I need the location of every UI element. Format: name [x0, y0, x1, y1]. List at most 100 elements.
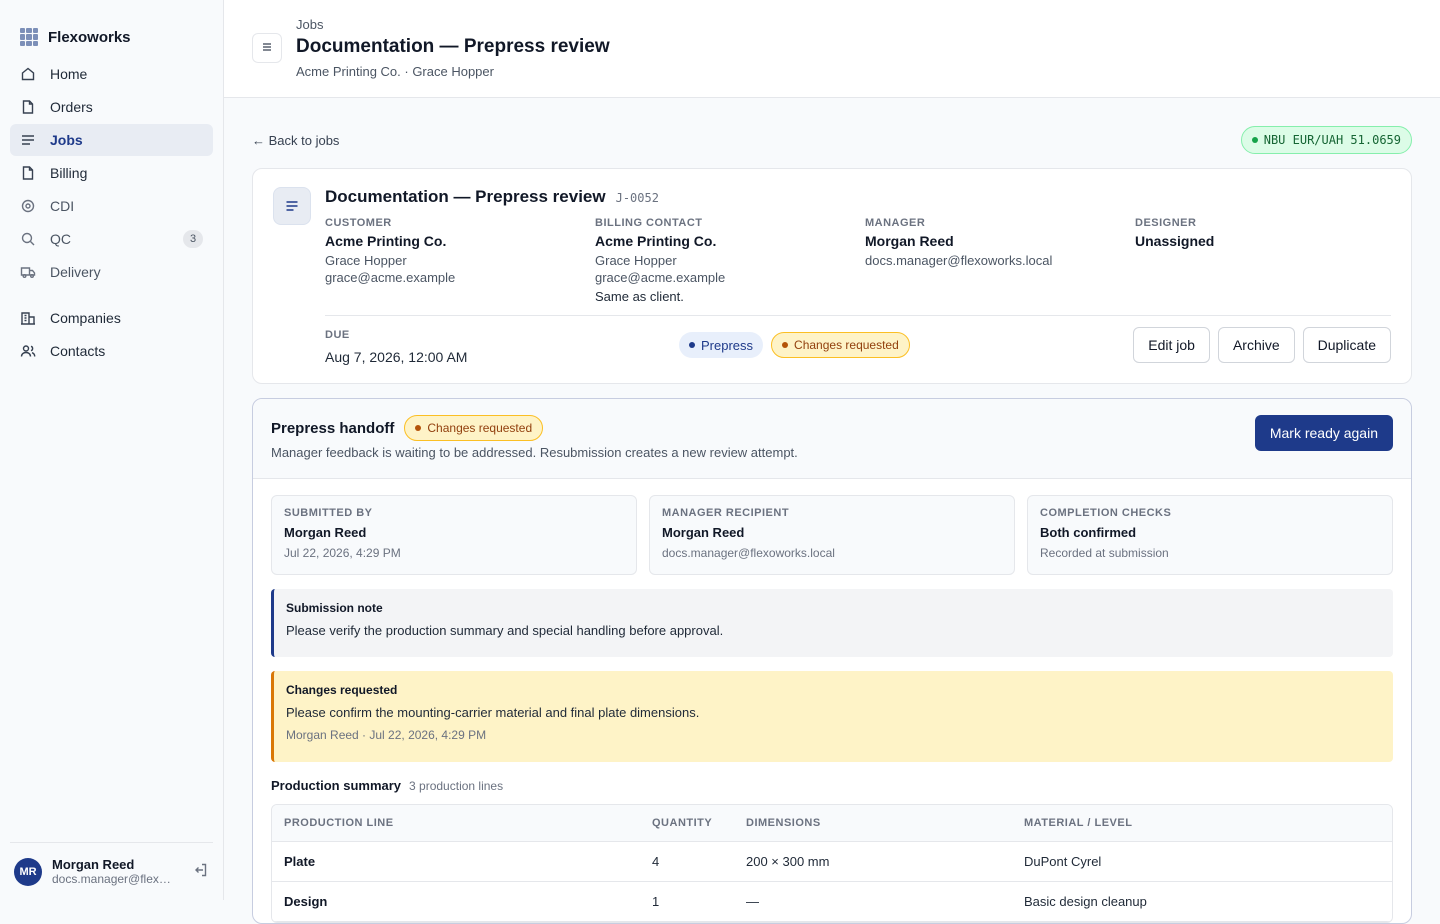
breadcrumb[interactable]: Jobs	[296, 17, 610, 32]
sidebar-item-home[interactable]: Home	[10, 58, 213, 90]
info-value: Both confirmed	[1040, 525, 1137, 540]
exchange-rate-badge: NBU EUR/UAH 51.0659	[1240, 126, 1412, 154]
table-row[interactable]: Plate 4 200 × 300 mm DuPont Cyrel	[272, 842, 1392, 882]
due-value: Aug 7, 2026, 12:00 AM	[325, 349, 468, 365]
production-table: Production line Quantity Dimensions Mate…	[271, 804, 1393, 923]
handoff-title: Prepress handoff	[271, 419, 395, 437]
sidebar-item-contacts[interactable]: Contacts	[10, 335, 213, 367]
info-value: Morgan Reed	[284, 525, 367, 540]
billing-email: grace@acme.example	[595, 270, 726, 285]
handoff-status-label: Changes requested	[427, 421, 533, 435]
sidebar-item-qc[interactable]: QC 3	[10, 223, 213, 255]
users-icon	[20, 343, 36, 359]
sidebar-item-label: Orders	[50, 99, 93, 115]
manager-name: Morgan Reed	[865, 233, 954, 249]
sidebar-item-cdi[interactable]: CDI	[10, 190, 213, 222]
job-code: J-0052	[615, 191, 659, 205]
duplicate-button[interactable]: Duplicate	[1302, 327, 1391, 363]
info-sub: docs.manager@flexoworks.local	[662, 546, 835, 560]
callout-meta: Morgan Reed · Jul 22, 2026, 4:29 PM	[286, 728, 487, 742]
sidebar-item-label: Delivery	[50, 264, 101, 280]
edit-job-button[interactable]: Edit job	[1133, 327, 1210, 363]
sidebar-nav: Home Orders Jobs Billing CDI QC 3 Delive…	[0, 52, 223, 374]
info-value: Morgan Reed	[662, 525, 745, 540]
changes-requested-callout: Changes requested Please confirm the mou…	[271, 671, 1393, 762]
table-row[interactable]: Design 1 — Basic design cleanup	[272, 882, 1392, 922]
status-dot	[782, 342, 789, 348]
handoff-description: Manager feedback is waiting to be addres…	[271, 445, 798, 460]
logout-icon[interactable]	[193, 862, 209, 881]
nav-separator	[10, 289, 213, 302]
due-label: Due	[325, 329, 350, 341]
logo-icon	[20, 28, 38, 46]
sidebar-item-label: CDI	[50, 198, 75, 214]
brand[interactable]: Flexoworks	[0, 0, 223, 52]
mark-ready-again-button[interactable]: Mark ready again	[1254, 415, 1393, 451]
manager-email: docs.manager@flexoworks.local	[865, 253, 1053, 268]
manager-block: Manager Morgan Reed docs.manager@flexowo…	[865, 217, 1135, 304]
sidebar-item-label: Billing	[50, 165, 88, 181]
stage-badge: Prepress	[679, 332, 764, 358]
document-icon	[273, 187, 311, 225]
prepress-handoff-panel: Prepress handoff Changes requested Manag…	[252, 398, 1412, 924]
archive-button[interactable]: Archive	[1217, 327, 1295, 363]
due-block: Due Aug 7, 2026, 12:00 AM	[325, 329, 467, 365]
column-header: Production line	[284, 817, 394, 829]
column-header: Quantity	[652, 817, 713, 829]
customer-label: Customer	[325, 217, 392, 229]
submitted-by-box: Submitted by Morgan Reed Jul 22, 2026, 4…	[271, 495, 637, 575]
customer-block: Customer Acme Printing Co. Grace Hopper …	[325, 217, 595, 304]
divider	[325, 315, 1391, 316]
manager-label: Manager	[865, 217, 926, 229]
main-content: ← Back to jobs NBU EUR/UAH 51.0659 Docum…	[252, 98, 1412, 924]
info-label: Submitted by	[284, 507, 373, 519]
designer-block: Designer Unassigned	[1135, 217, 1385, 304]
avatar[interactable]: MR	[14, 857, 42, 886]
column-header: Material / level	[1024, 817, 1133, 829]
building-icon	[20, 310, 36, 326]
status-dot	[1251, 137, 1258, 143]
app-name: Flexoworks	[48, 28, 131, 46]
production-summary-title: Production summary	[271, 778, 402, 793]
menu-toggle-button[interactable]	[252, 33, 282, 63]
cell-dimensions: 200 × 300 mm	[746, 854, 830, 869]
search-icon	[20, 231, 36, 247]
cell-material: Basic design cleanup	[1024, 894, 1147, 909]
sidebar-item-orders[interactable]: Orders	[10, 91, 213, 123]
sidebar-item-label: Home	[50, 66, 88, 82]
sidebar-item-jobs[interactable]: Jobs	[10, 124, 213, 156]
handoff-status-badge: Changes requested	[404, 415, 544, 441]
cell-line: Design	[284, 894, 328, 909]
billing-note: Same as client.	[595, 289, 684, 304]
status-badge: Changes requested	[771, 332, 910, 358]
info-label: Completion checks	[1040, 507, 1172, 519]
user-panel: MR Morgan Reed docs.manager@flexoworks.l…	[10, 842, 213, 886]
status-dot	[689, 342, 695, 348]
sidebar-item-companies[interactable]: Companies	[10, 302, 213, 334]
cell-material: DuPont Cyrel	[1024, 854, 1102, 869]
job-summary-card: Documentation — Prepress review J-0052 C…	[252, 168, 1412, 384]
status-dot	[415, 425, 422, 431]
billing-label: Billing contact	[595, 217, 703, 229]
cell-line: Plate	[284, 854, 316, 869]
billing-block: Billing contact Acme Printing Co. Grace …	[595, 217, 865, 304]
sidebar-item-delivery[interactable]: Delivery	[10, 256, 213, 288]
cell-quantity: 1	[652, 894, 660, 909]
qc-count-badge: 3	[183, 230, 203, 248]
sidebar-item-billing[interactable]: Billing	[10, 157, 213, 189]
truck-icon	[20, 264, 36, 280]
note-title: Submission note	[286, 601, 383, 615]
callout-body: Please confirm the mounting-carrier mate…	[286, 705, 700, 720]
back-to-jobs-link[interactable]: ← Back to jobs	[252, 133, 339, 148]
designer-label: Designer	[1135, 217, 1197, 229]
column-header: Dimensions	[746, 817, 821, 829]
note-body: Please verify the production summary and…	[286, 623, 724, 638]
info-label: Manager recipient	[662, 507, 790, 519]
page-header: Jobs Documentation — Prepress review Acm…	[224, 0, 1440, 98]
info-sub: Recorded at submission	[1040, 546, 1169, 560]
home-icon	[20, 66, 36, 82]
table-header: Production line Quantity Dimensions Mate…	[272, 805, 1392, 842]
sidebar-item-label: QC	[50, 231, 71, 247]
info-sub: Jul 22, 2026, 4:29 PM	[284, 546, 401, 560]
completion-checks-box: Completion checks Both confirmed Recorde…	[1027, 495, 1393, 575]
